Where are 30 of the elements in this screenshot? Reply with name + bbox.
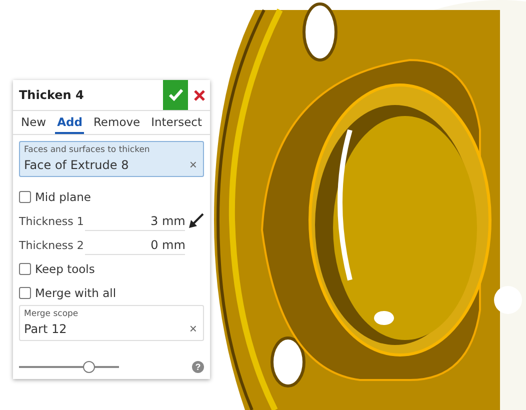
- clear-button[interactable]: ×: [189, 157, 197, 172]
- mode-tab[interactable]: Remove: [91, 111, 142, 134]
- field-value: Face of Extrude 8: [24, 158, 129, 172]
- help-button[interactable]: ?: [192, 361, 204, 373]
- checkbox[interactable]: [19, 263, 31, 275]
- mode-tab[interactable]: Intersect: [149, 111, 204, 134]
- thickness-input[interactable]: 0 mm: [85, 236, 186, 254]
- field-label: Merge scope: [24, 309, 80, 319]
- cancel-button[interactable]: [188, 80, 210, 110]
- field-label: Thickness 2: [19, 238, 85, 252]
- checkmark-icon: [168, 88, 184, 102]
- accept-button[interactable]: [163, 80, 188, 110]
- field-value: Part 12: [24, 322, 67, 336]
- slider-thumb[interactable]: [83, 361, 95, 373]
- selection-field[interactable]: Merge scope Part 12 ×: [19, 305, 204, 341]
- mode-tab[interactable]: Add: [55, 111, 84, 134]
- thickness-input[interactable]: 3 mm: [85, 212, 186, 230]
- clear-button[interactable]: ×: [189, 321, 197, 336]
- direction-arrow-icon[interactable]: [188, 213, 204, 229]
- checkbox-label: Keep tools: [35, 262, 95, 276]
- field-label: Faces and surfaces to thicken: [24, 145, 151, 155]
- selection-field[interactable]: Faces and surfaces to thicken Face of Extrude 8 ×: [19, 141, 204, 177]
- checkbox-label: Mid plane: [35, 190, 91, 204]
- dialog-title: Thicken 4: [18, 88, 85, 102]
- field-label: Thickness 1: [19, 214, 85, 228]
- checkbox-label: Merge with all: [35, 286, 116, 300]
- checkbox[interactable]: [19, 191, 31, 203]
- mode-tab[interactable]: New: [19, 111, 48, 134]
- close-icon: [194, 90, 204, 100]
- checkbox[interactable]: [19, 287, 31, 299]
